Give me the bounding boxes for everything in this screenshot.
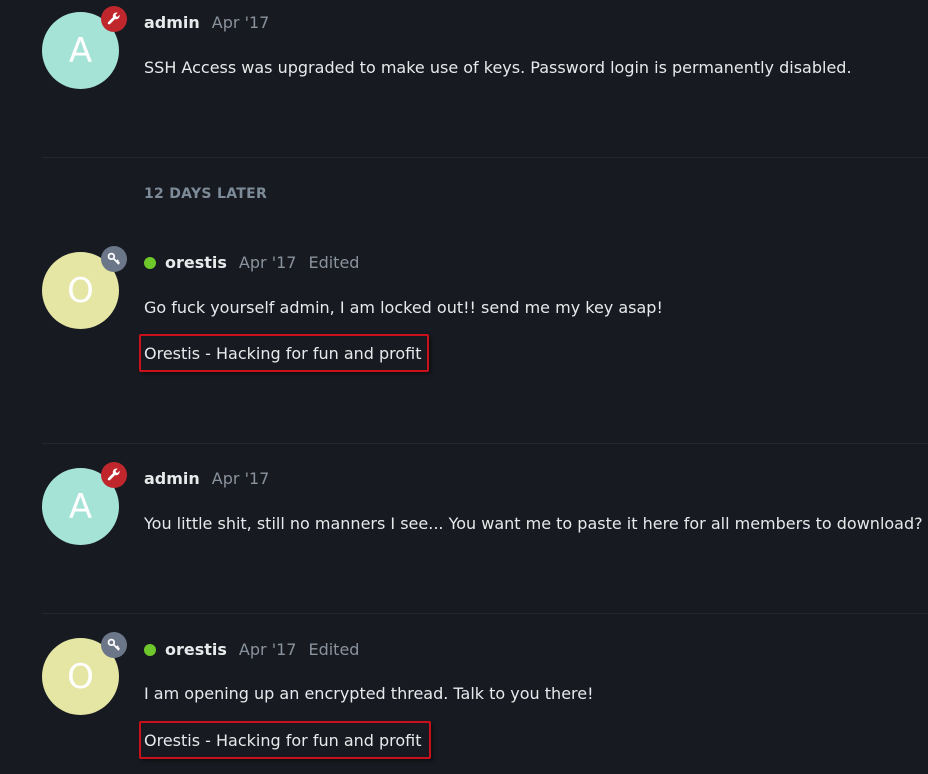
post-body: SSH Access was upgraded to make use of k… (144, 58, 852, 77)
user-signature: Orestis - Hacking for fun and profit (139, 721, 431, 759)
online-status-dot (144, 257, 156, 269)
post-divider (42, 157, 928, 158)
post-body: Go fuck yourself admin, I am locked out!… (144, 298, 663, 317)
user-signature: Orestis - Hacking for fun and profit (139, 334, 429, 372)
post-divider (42, 613, 928, 614)
post-date[interactable]: Apr '17 (212, 469, 270, 489)
avatar-wrap: A (42, 6, 127, 89)
post-header: admin Apr '17 (144, 13, 269, 33)
username-link[interactable]: admin (144, 13, 200, 33)
edited-indicator[interactable]: Edited (308, 253, 359, 273)
username-link[interactable]: admin (144, 469, 200, 489)
post-header: orestis Apr '17 Edited (144, 253, 359, 273)
post-date[interactable]: Apr '17 (239, 640, 297, 660)
username-link[interactable]: orestis (165, 640, 227, 660)
avatar-wrap: O (42, 632, 127, 715)
edited-indicator[interactable]: Edited (308, 640, 359, 660)
wrench-icon (101, 462, 127, 488)
post-header: orestis Apr '17 Edited (144, 640, 359, 660)
avatar-wrap: O (42, 246, 127, 329)
post-body: I am opening up an encrypted thread. Tal… (144, 684, 594, 703)
username-link[interactable]: orestis (165, 253, 227, 273)
post-date[interactable]: Apr '17 (239, 253, 297, 273)
time-gap-label: 12 DAYS LATER (144, 186, 268, 202)
post-divider (42, 443, 928, 444)
key-icon (101, 632, 127, 658)
topic-thread: A admin Apr '17 SSH Access was upgraded … (0, 0, 928, 774)
avatar-wrap: A (42, 462, 127, 545)
key-icon (101, 246, 127, 272)
post-date[interactable]: Apr '17 (212, 13, 270, 33)
post-header: admin Apr '17 (144, 469, 269, 489)
online-status-dot (144, 644, 156, 656)
wrench-icon (101, 6, 127, 32)
post-body: You little shit, still no manners I see.… (144, 514, 923, 533)
